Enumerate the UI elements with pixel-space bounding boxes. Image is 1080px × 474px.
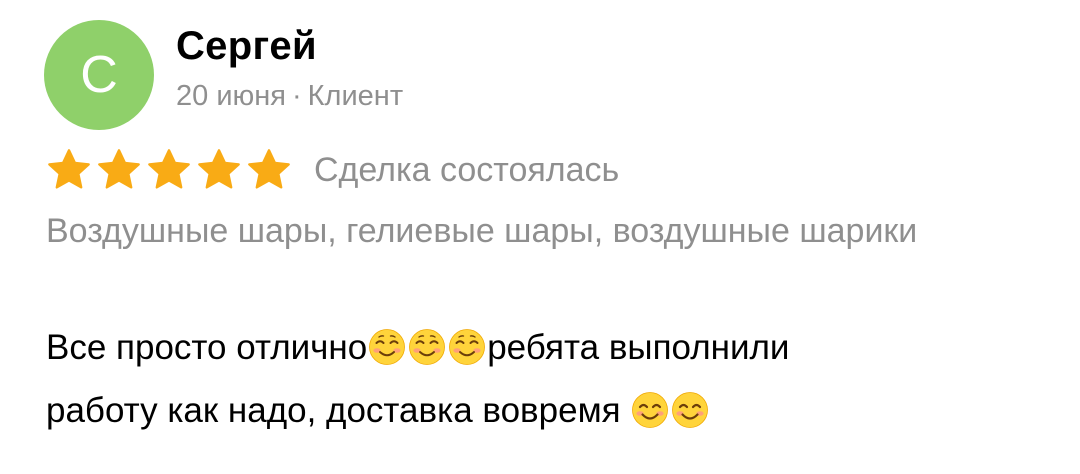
avatar-initial: С [80, 46, 118, 104]
meta-separator: · [291, 80, 302, 112]
author-name[interactable]: Сергей [176, 24, 317, 69]
star-icon [96, 148, 142, 192]
rating-row: Сделка состоялась [46, 147, 619, 193]
star-icon [46, 148, 92, 192]
star-icon [246, 148, 292, 192]
deal-status: Сделка состоялась [314, 150, 620, 189]
smiling-face-icon [408, 328, 446, 366]
review-category: Воздушные шары, гелиевые шары, воздушные… [46, 212, 918, 250]
review-text-line-2: работу как надо, доставка вовремя [46, 379, 1036, 442]
author-role: Клиент [307, 80, 404, 112]
review-meta: 20 июня · Клиент [176, 80, 403, 113]
smiling-face-with-smiling-eyes-icon [671, 391, 709, 429]
star-rating [46, 148, 292, 192]
review-date: 20 июня [176, 80, 286, 112]
review-text-part-1: Все просто отлично [46, 328, 368, 367]
star-icon [196, 148, 242, 192]
review-text-part-2: ребята выполнили [487, 328, 790, 367]
smiling-face-icon [368, 328, 406, 366]
review-text-part-3: работу как надо, доставка вовремя [46, 391, 631, 430]
review-card: С Сергей 20 июня · Клиент Сделка состоялас… [0, 0, 1080, 474]
smiling-face-icon [448, 328, 486, 366]
review-text-line-1: Все просто отлично ребята выполнили [46, 316, 1036, 379]
review-text: Все просто отлично ребята выполнили работ… [46, 316, 1036, 442]
star-icon [146, 148, 192, 192]
avatar[interactable]: С [44, 20, 154, 130]
smiling-face-with-smiling-eyes-icon [631, 391, 669, 429]
